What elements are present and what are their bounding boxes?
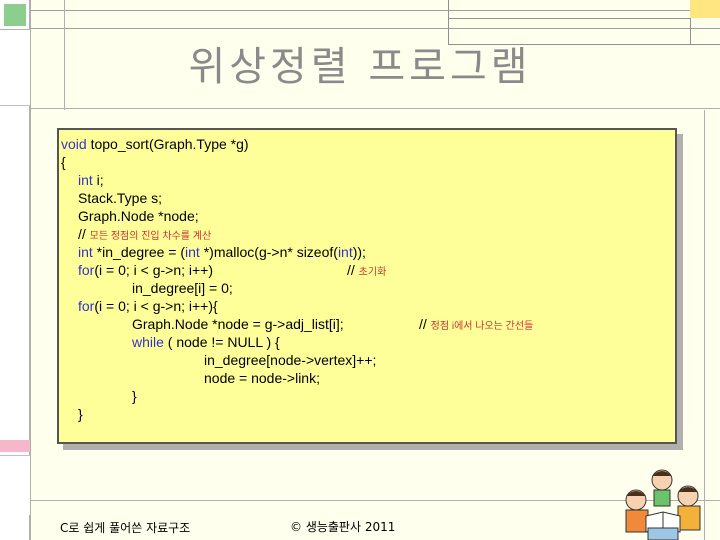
code-line-15: } <box>132 388 137 404</box>
code-line-11: Graph.Node *node = g->adj_list[i]; <box>132 316 344 332</box>
keyword: while <box>132 334 164 350</box>
code-text: (i = 0; i < g->n; i++) <box>94 262 214 278</box>
kids-reading-illustration <box>625 469 701 540</box>
code-line-9: in_degree[i] = 0; <box>132 280 233 296</box>
top-rule-1 <box>30 10 720 11</box>
keyword: int <box>185 244 200 260</box>
keyword: void <box>61 136 87 152</box>
code-line-7: int *in_degree = (int *)malloc(g->n* siz… <box>78 244 366 261</box>
keyword: int <box>337 244 353 260</box>
left-decor-box-bottom <box>0 455 30 515</box>
footer-copyright: © 생능출판사 2011 <box>290 520 396 534</box>
top-right-rule-d <box>448 18 690 19</box>
code-text: *in_degree = ( <box>92 244 186 260</box>
code-line-3: int i; <box>78 172 104 189</box>
code-line-4: Stack.Type s; <box>78 190 163 206</box>
code-line-12: while ( node != NULL ) { <box>132 334 280 351</box>
keyword: int <box>78 244 93 260</box>
code-line-1: void topo_sort(Graph.Type *g) <box>61 136 249 153</box>
code-line-6: // 모든 정점의 진입 차수를 계산 <box>78 226 211 245</box>
comment-marker: // <box>419 316 431 332</box>
code-line-2: { <box>61 154 66 170</box>
code-line-8: for(i = 0; i < g->n; i++) <box>78 262 213 279</box>
mid-rule <box>30 108 720 109</box>
bottom-rule <box>30 500 720 501</box>
code-comment: 정점 i에서 나오는 간선들 <box>430 321 534 332</box>
left-pink-bar <box>0 440 30 452</box>
code-text: (i = 0; i < g->n; i++){ <box>94 298 218 314</box>
code-text: topo_sort(Graph.Type *g) <box>86 136 249 152</box>
keyword: int <box>78 172 93 188</box>
comment-marker: // <box>78 226 90 242</box>
code-line-10: for(i = 0; i < g->n; i++){ <box>78 298 218 315</box>
code-text: *)malloc(g->n* sizeof( <box>199 244 338 260</box>
code-comment: 모든 정점의 진입 차수를 계산 <box>89 231 212 242</box>
code-line-5: Graph.Node *node; <box>78 208 199 224</box>
code-panel: void topo_sort(Graph.Type *g) { int i; S… <box>57 128 677 444</box>
code-line-16: } <box>78 406 83 422</box>
keyword: for <box>78 298 95 314</box>
top-right-yellow-square <box>690 0 720 18</box>
comment-marker: // <box>347 262 359 278</box>
code-line-8-comment: // 초기화 <box>347 262 386 281</box>
footer-book-title: C로 쉽게 풀어쓴 자료구조 <box>60 521 191 535</box>
code-line-11-comment: // 정점 i에서 나오는 간선들 <box>419 316 533 335</box>
top-rule-2 <box>30 28 720 29</box>
slide-title: 위상정렬 프로그램 <box>188 44 532 90</box>
code-text: i; <box>92 172 104 188</box>
code-line-13: in_degree[node->vertex]++; <box>204 352 377 368</box>
code-comment: 초기화 <box>358 267 387 278</box>
keyword: for <box>78 262 95 278</box>
top-left-green-square <box>4 4 26 26</box>
code-text: ( node != NULL ) { <box>163 334 280 350</box>
code-text: )); <box>352 244 366 260</box>
code-line-14: node = node->link; <box>204 370 320 386</box>
